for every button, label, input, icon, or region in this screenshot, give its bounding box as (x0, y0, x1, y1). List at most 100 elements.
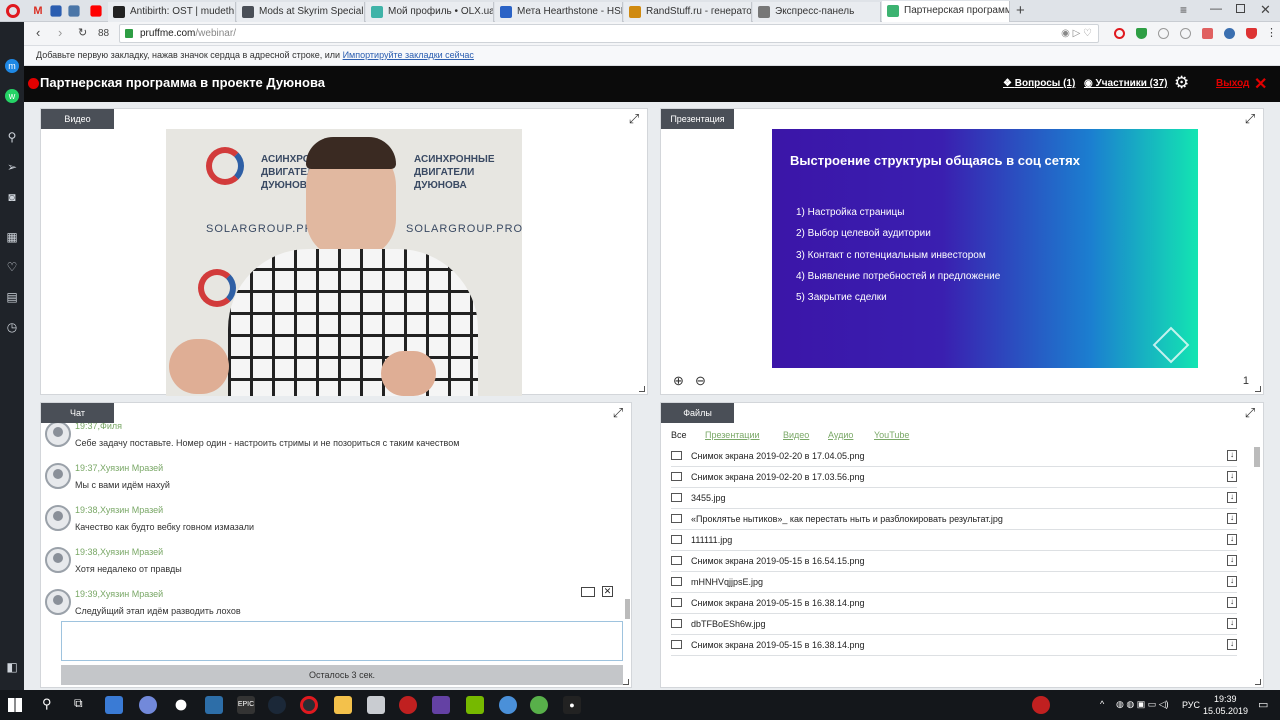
tab-randstuff[interactable]: RandStuff.ru - генератор (624, 2, 752, 22)
resize-handle[interactable] (623, 679, 629, 685)
address-actions-icon[interactable]: ◉ ▷ ♡ (1061, 25, 1092, 42)
file-row[interactable]: «Проклятье нытиков»_ как перестать ныть … (671, 509, 1237, 530)
pinned-tab-vk2[interactable] (68, 5, 80, 17)
file-row[interactable]: Снимок экрана 2019-05-15 в 16.54.15.png ↓ (671, 551, 1237, 572)
vpn-icon[interactable] (1224, 28, 1235, 39)
opera-extension-icon[interactable] (1114, 28, 1125, 39)
minimize-window-icon[interactable]: — (1210, 1, 1222, 15)
filter-video[interactable]: Видео (783, 430, 809, 440)
tab-olx[interactable]: Мой профиль • OLX.ua (366, 2, 494, 22)
reload-icon[interactable]: ↻ (78, 26, 87, 39)
download-icon[interactable]: ↓ (1227, 450, 1237, 461)
questions-button[interactable]: ❖ Вопросы (1) (1003, 78, 1075, 89)
taskbar-app-icon[interactable] (499, 696, 517, 714)
file-row[interactable]: dbTFBoESh6w.jpg ↓ (671, 614, 1237, 635)
extension-icon[interactable] (1180, 28, 1191, 39)
expand-icon[interactable]: ⤢ (1243, 112, 1257, 126)
taskbar-app-icon[interactable] (175, 699, 187, 711)
nvidia-icon[interactable] (466, 696, 484, 714)
participants-button[interactable]: ◉ Участники (37) (1084, 78, 1167, 89)
send-cooldown-button[interactable]: Осталось 3 сек. (61, 665, 623, 685)
tab-menu-icon[interactable]: ≡ (1180, 3, 1187, 17)
filter-youtube[interactable]: YouTube (874, 430, 909, 440)
message-author[interactable]: Хуязин Мразей (100, 463, 163, 473)
resize-handle[interactable] (1255, 679, 1261, 685)
epic-games-icon[interactable]: EPIC (237, 696, 255, 714)
file-row[interactable]: Снимок экрана 2019-02-20 в 17.03.56.png ↓ (671, 467, 1237, 488)
menu-dots-icon[interactable]: ⋮ (1266, 26, 1277, 39)
send-icon[interactable]: ➢ (5, 160, 19, 174)
news-icon[interactable]: ▤ (5, 290, 19, 304)
opera-taskbar-icon[interactable] (300, 696, 318, 714)
speed-dial-button[interactable]: 88 (98, 28, 109, 39)
zoom-in-icon[interactable]: ⊕ (673, 373, 684, 389)
search-icon[interactable]: ⚲ (42, 696, 52, 712)
download-icon[interactable]: ↓ (1227, 618, 1237, 629)
message-author[interactable]: Хуязин Мразей (100, 589, 163, 599)
tab-speed-dial[interactable]: Экспресс-панель (753, 2, 881, 22)
download-icon[interactable]: ↓ (1227, 471, 1237, 482)
resize-handle[interactable] (639, 386, 645, 392)
forward-icon[interactable]: › (58, 25, 62, 40)
video-stream[interactable]: АСИНХРОННЫЕ ДВИГАТЕЛИ ДУЮНОВА АСИНХРОННЫ… (166, 129, 522, 396)
whatsapp-icon[interactable]: w (5, 89, 19, 103)
slide-canvas[interactable]: Выстроение структуры общаясь в соц сетях… (772, 129, 1198, 368)
taskbar-app-icon[interactable]: ● (563, 696, 581, 714)
expand-icon[interactable]: ⤢ (1243, 406, 1257, 420)
search-icon[interactable]: ⚲ (5, 130, 19, 144)
message-author[interactable]: Хуязин Мразей (100, 505, 163, 515)
windows-start-icon[interactable] (8, 698, 22, 712)
grid-icon[interactable]: ▦ (5, 230, 19, 244)
import-bookmarks-link[interactable]: Импортируйте закладки сейчас (343, 50, 474, 60)
filter-presentations[interactable]: Презентации (705, 430, 760, 440)
sidebar-toggle-icon[interactable]: ◧ (5, 660, 19, 674)
discord-icon[interactable] (139, 696, 157, 714)
new-tab-plus-icon[interactable]: + (1016, 2, 1025, 19)
file-row[interactable]: Снимок экрана 2019-05-15 в 16.38.14.png ↓ (671, 593, 1237, 614)
extension-icon[interactable] (1246, 28, 1257, 39)
tray-icons[interactable]: ◍ ◍ ▣ ▭ ◁) (1116, 699, 1169, 710)
download-icon[interactable]: ↓ (1227, 534, 1237, 545)
tray-app-icon[interactable] (1032, 696, 1050, 714)
taskbar-app-icon[interactable] (399, 696, 417, 714)
camera-icon[interactable]: ◙ (5, 190, 19, 204)
task-view-icon[interactable]: ⧉ (74, 696, 83, 711)
youtube-pinned-tab[interactable] (90, 5, 102, 17)
taskbar-app-icon[interactable] (205, 696, 223, 714)
files-scrollbar[interactable] (1254, 447, 1260, 467)
file-row[interactable]: 111111.jpg ↓ (671, 530, 1237, 551)
tab-skyrim-mods[interactable]: Mods at Skyrim Special Edition (237, 2, 365, 22)
heart-icon[interactable]: ♡ (5, 260, 19, 274)
extension-icon[interactable] (1158, 28, 1169, 39)
chat-scrollbar[interactable] (625, 599, 630, 619)
close-icon[interactable]: ✕ (1254, 74, 1267, 94)
message-author[interactable]: Хуязин Мразей (100, 547, 163, 557)
download-icon[interactable]: ↓ (1227, 555, 1237, 566)
taskbar-app-icon[interactable] (105, 696, 123, 714)
gmail-pinned-tab[interactable]: M (30, 3, 46, 19)
file-row[interactable]: Снимок экрана 2019-02-20 в 17.04.05.png ↓ (671, 446, 1237, 467)
close-window-icon[interactable]: ✕ (1260, 2, 1271, 18)
utorrent-icon[interactable] (530, 696, 548, 714)
download-icon[interactable]: ↓ (1227, 576, 1237, 587)
twitch-icon[interactable] (432, 696, 450, 714)
notifications-icon[interactable]: ▭ (1258, 698, 1268, 711)
messenger-icon[interactable]: m (5, 59, 19, 73)
download-icon[interactable]: ↓ (1227, 597, 1237, 608)
file-row[interactable]: mHNHVqjjpsE.jpg ↓ (671, 572, 1237, 593)
tab-hsreplay[interactable]: Мета Hearthstone - HSReplay (495, 2, 623, 22)
maximize-window-icon[interactable] (1236, 4, 1245, 13)
download-icon[interactable]: ↓ (1227, 639, 1237, 650)
filter-all[interactable]: Все (671, 430, 687, 440)
filter-audio[interactable]: Аудио (828, 430, 853, 440)
history-icon[interactable]: ◷ (5, 320, 19, 334)
url-field[interactable]: pruffme.com/webinar/ ◉ ▷ ♡ (119, 24, 1099, 43)
pinned-tab-vk[interactable] (50, 5, 62, 17)
extension-icon[interactable] (1202, 28, 1213, 39)
settings-gear-icon[interactable]: ⚙ (1174, 73, 1189, 93)
chat-message-input[interactable] (61, 621, 623, 661)
clock-date[interactable]: 15.05.2019 (1203, 706, 1248, 716)
download-icon[interactable]: ↓ (1227, 513, 1237, 524)
delete-message-icon[interactable]: ✕ (602, 586, 613, 597)
download-icon[interactable]: ↓ (1227, 492, 1237, 503)
